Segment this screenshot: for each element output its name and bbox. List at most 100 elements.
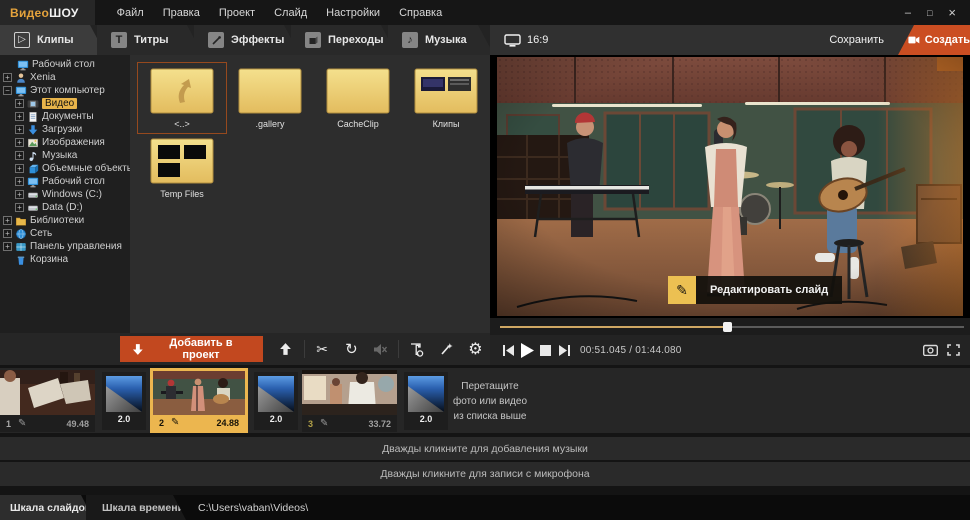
microphone-track[interactable]: Дважды кликните для записи с микрофона xyxy=(0,462,970,486)
tree-item-recycle-bin[interactable]: Корзина xyxy=(0,253,130,266)
expander-icon[interactable]: + xyxy=(3,73,12,82)
tree-item-pictures[interactable]: +Изображения xyxy=(0,136,130,149)
status-bar: Шкала слайдов Шкала времени C:\Users\vab… xyxy=(0,495,970,520)
tab-clips[interactable]: ▷ Клипы xyxy=(0,25,106,55)
menu-help[interactable]: Справка xyxy=(399,7,442,19)
menu-file[interactable]: Файл xyxy=(117,7,144,19)
desktop-icon xyxy=(17,59,29,71)
tree-item-drive-d[interactable]: +Data (D:) xyxy=(0,201,130,214)
settings-gear-icon[interactable]: ⚙ xyxy=(461,336,490,362)
mute-icon[interactable] xyxy=(366,336,395,362)
seek-handle[interactable] xyxy=(723,322,732,332)
tree-item-drive-c[interactable]: +Windows (C:) xyxy=(0,188,130,201)
stop-icon[interactable] xyxy=(536,340,555,360)
tree-item-3d-objects[interactable]: +Объемные объекты xyxy=(0,162,130,175)
expander-icon[interactable] xyxy=(3,255,12,264)
expander-icon[interactable]: + xyxy=(3,216,12,225)
expander-icon[interactable]: + xyxy=(15,203,24,212)
recycle-bin-icon xyxy=(15,254,27,266)
expander-icon[interactable]: + xyxy=(15,164,24,173)
seek-bar[interactable] xyxy=(500,326,964,328)
transition-1[interactable]: 2.0 xyxy=(102,372,146,430)
music-track[interactable]: Дважды кликните для добавления музыки xyxy=(0,437,970,460)
tab-slide-scale[interactable]: Шкала слайдов xyxy=(0,495,94,520)
folder-temp-files[interactable]: Temp Files xyxy=(142,137,222,199)
tree-item-documents[interactable]: +Документы xyxy=(0,110,130,123)
folder-clips[interactable]: Клипы xyxy=(406,67,486,129)
pencil-icon[interactable]: ✎ xyxy=(171,417,179,428)
tree-item-this-pc[interactable]: −Этот компьютер xyxy=(0,84,130,97)
menu-project[interactable]: Проект xyxy=(219,7,255,19)
expander-icon[interactable] xyxy=(5,60,14,69)
timeline-slide-2[interactable]: 2 ✎ 24.88 xyxy=(150,368,248,433)
tree-item-network[interactable]: +Сеть xyxy=(0,227,130,240)
fullscreen-icon[interactable] xyxy=(947,344,960,356)
aspect-ratio-control[interactable]: 16:9 xyxy=(504,34,548,47)
slide-timeline: 1 ✎ 49.48 2.0 2 ✎ 24.88 xyxy=(0,368,970,433)
expander-icon[interactable]: + xyxy=(3,229,12,238)
tree-item-desktop-root[interactable]: Рабочий стол xyxy=(0,58,130,71)
transition-icon xyxy=(258,376,294,412)
expander-icon[interactable]: + xyxy=(15,125,24,134)
drive-icon xyxy=(27,202,39,214)
control-panel-icon xyxy=(15,241,27,253)
slide-info-bar: 1 ✎ 49.48 xyxy=(0,415,95,432)
seek-row xyxy=(490,318,970,335)
add-to-project-button[interactable]: Добавить в проект xyxy=(120,336,263,362)
logo-part-2: ШОУ xyxy=(49,6,78,20)
tab-titles[interactable]: T Титры xyxy=(97,25,203,55)
tree-item-videos[interactable]: +Видео xyxy=(0,97,130,110)
tree-item-xenia[interactable]: +Xenia xyxy=(0,71,130,84)
expander-icon[interactable]: + xyxy=(3,242,12,251)
folder-label: Temp Files xyxy=(142,189,222,199)
expander-icon[interactable]: + xyxy=(15,112,24,121)
minimize-icon[interactable]: – xyxy=(905,7,911,19)
restore-icon[interactable]: □ xyxy=(927,8,932,18)
upload-icon[interactable] xyxy=(271,336,300,362)
tree-item-libraries[interactable]: +Библиотеки xyxy=(0,214,130,227)
tab-music[interactable]: ♪ Музыка xyxy=(388,25,494,55)
tree-item-control-panel[interactable]: +Панель управления xyxy=(0,240,130,253)
rotate-icon[interactable]: ↻ xyxy=(337,336,366,362)
prev-icon[interactable] xyxy=(498,340,517,360)
folder-icon xyxy=(326,67,390,115)
transition-2[interactable]: 2.0 xyxy=(254,372,298,430)
expander-icon[interactable]: − xyxy=(3,86,12,95)
menu-settings[interactable]: Настройки xyxy=(326,7,380,19)
tab-effects[interactable]: Эффекты xyxy=(194,25,300,55)
snapshot-icon[interactable] xyxy=(923,344,938,356)
tree-item-downloads[interactable]: +Загрузки xyxy=(0,123,130,136)
create-button[interactable]: Создать xyxy=(898,25,970,55)
save-button[interactable]: Сохранить xyxy=(829,34,898,46)
seek-progress xyxy=(500,326,727,328)
wand-icon[interactable] xyxy=(432,336,461,362)
pencil-icon[interactable]: ✎ xyxy=(320,418,328,429)
menu-edit[interactable]: Правка xyxy=(163,7,200,19)
pencil-icon[interactable]: ✎ xyxy=(18,418,26,429)
cut-icon[interactable]: ✂ xyxy=(307,336,336,362)
close-icon[interactable]: × xyxy=(948,5,956,20)
expander-icon[interactable]: + xyxy=(15,151,24,160)
next-icon[interactable] xyxy=(555,340,574,360)
tab-time-scale[interactable]: Шкала времени xyxy=(86,495,186,520)
menu-slide[interactable]: Слайд xyxy=(274,7,307,19)
expander-icon[interactable]: + xyxy=(15,177,24,186)
edit-slide-button[interactable]: ✎ Редактировать слайд xyxy=(668,276,842,304)
tree-item-music[interactable]: +Музыка xyxy=(0,149,130,162)
expander-icon[interactable]: + xyxy=(15,190,24,199)
tree-item-desktop[interactable]: +Рабочий стол xyxy=(0,175,130,188)
folder-cacheclip[interactable]: CacheClip xyxy=(318,67,398,129)
expander-icon[interactable]: + xyxy=(15,99,24,108)
folder-gallery[interactable]: .gallery xyxy=(230,67,310,129)
play-icon[interactable] xyxy=(517,340,536,360)
timeline-slide-1[interactable]: 1 ✎ 49.48 xyxy=(0,370,95,432)
menu-bar: Видео ШОУ Файл Правка Проект Слайд Настр… xyxy=(0,0,970,25)
tab-transitions[interactable]: Переходы xyxy=(291,25,397,55)
text-tool-icon[interactable] xyxy=(402,336,431,362)
drop-hint: Перетащите фото или видео из списка выше xyxy=(430,379,550,424)
music-track-hint: Дважды кликните для добавления музыки xyxy=(382,443,588,455)
expander-icon[interactable]: + xyxy=(15,138,24,147)
microphone-track-hint: Дважды кликните для записи с микрофона xyxy=(380,468,589,480)
timeline-slide-3[interactable]: 3 ✎ 33.72 xyxy=(302,370,397,432)
folder-up[interactable]: <..> xyxy=(142,67,222,129)
